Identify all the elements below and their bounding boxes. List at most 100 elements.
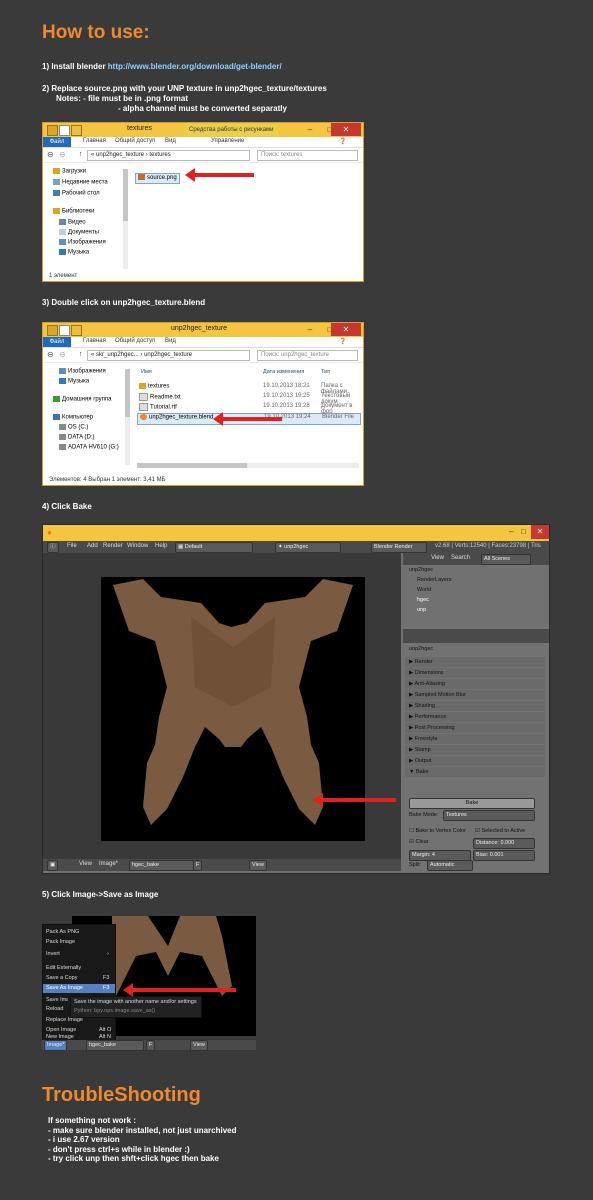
panel-header[interactable]: ▶ Sampled Motion Blur — [405, 690, 545, 700]
minimize-button[interactable]: – — [299, 123, 321, 136]
outliner-view-menu[interactable]: View — [431, 555, 444, 561]
ribbon-tab-home[interactable]: Главная — [83, 138, 106, 144]
menu-add[interactable]: Add — [87, 543, 98, 549]
outliner-unp[interactable]: unp — [417, 607, 426, 613]
nav-item-music[interactable]: Музыка — [53, 249, 125, 259]
maximize-button[interactable]: □ — [521, 527, 526, 536]
ribbon-tab-file[interactable]: Файл — [43, 137, 71, 147]
new-folder-icon[interactable] — [71, 325, 82, 336]
menu-help[interactable]: Help — [155, 543, 167, 549]
panel-header[interactable]: ▶ Shading — [405, 701, 545, 711]
panel-header[interactable]: ▶ Stamp — [405, 745, 545, 755]
path-segment[interactable]: textures — [149, 152, 170, 158]
path-segment[interactable]: unp2hgec_texture — [96, 152, 144, 158]
ribbon-tab-view[interactable]: Вид — [165, 338, 176, 344]
editor-type-icon[interactable]: ▣ — [47, 860, 59, 871]
render-engine-selector[interactable]: Blender Render — [371, 542, 427, 553]
table-row[interactable]: Readme.txt 19.10.2013 19:25 Текстовый доку… — [137, 393, 359, 405]
menu-image[interactable]: Image* — [99, 861, 118, 867]
nav-item-desktop[interactable]: Рабочий стол — [53, 190, 125, 208]
minimize-button[interactable]: – — [509, 527, 513, 536]
back-icon[interactable]: ⊖ — [47, 350, 54, 359]
nav-item-drive-d[interactable]: DATA (D:) — [53, 434, 127, 444]
column-date[interactable]: Дата изменения — [263, 369, 304, 375]
nav-item-pictures[interactable]: Изображения — [53, 368, 127, 378]
image-editor[interactable] — [43, 553, 401, 859]
nav-item-pictures[interactable]: Изображения — [53, 239, 125, 249]
fake-user-button[interactable]: F — [193, 860, 203, 871]
layout-selector[interactable]: ▦ Default — [175, 542, 253, 553]
scrollbar[interactable] — [123, 169, 128, 269]
search-field[interactable]: Поиск: textures — [257, 150, 358, 161]
forward-icon[interactable]: ⊖ — [59, 150, 66, 159]
file-item[interactable]: source.png — [135, 173, 180, 184]
close-button[interactable]: ✕ — [331, 323, 361, 336]
bake-button[interactable]: Bake — [409, 798, 535, 809]
menu-item-save-a-copy[interactable]: Save a Copy — [46, 975, 78, 981]
panel-header[interactable]: ▶ Freestyle — [405, 734, 545, 744]
new-folder-icon[interactable] — [71, 125, 82, 136]
menu-item-pack-image[interactable]: Pack Image — [46, 939, 75, 945]
menu-render[interactable]: Render — [103, 543, 123, 549]
bias-field[interactable]: Bias: 0.001 — [473, 850, 535, 861]
forward-icon[interactable]: ⊖ — [59, 350, 66, 359]
view-selector[interactable]: View — [190, 1040, 208, 1051]
nav-item-recent[interactable]: Недавние места — [53, 179, 125, 190]
close-button[interactable]: ✕ — [331, 123, 361, 136]
view-selector[interactable]: View — [249, 860, 267, 871]
scene-selector[interactable]: ✦ unp2hgec — [275, 542, 341, 553]
menu-item-save-as-image[interactable]: Save As Image — [46, 985, 83, 991]
context-tab[interactable]: Средства работы с рисунками — [185, 124, 278, 136]
outliner-scene[interactable]: unp2hgec — [409, 567, 433, 573]
path-segment[interactable]: unp2hgec_texture — [144, 352, 192, 358]
nav-item-music[interactable]: Музыка — [53, 378, 127, 396]
address-field[interactable]: « skr_unp2hgec... › unp2hgec_texture — [87, 350, 250, 361]
ribbon-tab-share[interactable]: Общий доступ — [115, 338, 155, 344]
panel-header[interactable]: ▶ Performance — [405, 712, 545, 722]
outliner-search-menu[interactable]: Search — [451, 555, 470, 561]
up-icon[interactable]: ↑ — [79, 151, 83, 158]
back-icon[interactable]: ⊖ — [47, 150, 54, 159]
properties-icon[interactable] — [59, 125, 70, 136]
menu-item-save-image[interactable]: Save Image — [46, 997, 68, 1003]
image-menu-button[interactable]: Image* — [44, 1040, 68, 1051]
panel-header[interactable]: ▶ Output — [405, 756, 545, 766]
help-icon[interactable]: ❓ — [339, 138, 346, 145]
nav-item-libraries[interactable]: Библиотеки — [53, 208, 125, 219]
ribbon-tab-home[interactable]: Главная — [83, 338, 106, 344]
address-field[interactable]: « unp2hgec_texture › textures — [87, 150, 250, 161]
blender-download-link[interactable]: http://www.blender.org/download/get-blen… — [108, 62, 282, 71]
nav-item-drive-g[interactable]: ADATA HV610 (G:) — [53, 444, 127, 454]
selected-to-active-checkbox[interactable]: ☑ Selected to Active — [475, 828, 525, 834]
column-type[interactable]: Тип — [321, 369, 330, 375]
menu-file[interactable]: File — [67, 543, 77, 549]
bake-mode-selector[interactable]: Textures — [443, 810, 535, 821]
ribbon-tab-file[interactable]: Файл — [43, 337, 71, 347]
image-name-field[interactable]: hgec_bake — [129, 860, 195, 871]
properties-icon[interactable] — [59, 325, 70, 336]
editor-type-icon[interactable]: ⓘ — [47, 542, 59, 553]
nav-item-homegroup[interactable]: Домашняя группа — [53, 396, 127, 414]
clear-checkbox[interactable]: ☑ Clear — [409, 839, 429, 845]
scrollbar[interactable] — [125, 369, 130, 465]
menu-item-reload[interactable]: Reload — [46, 1006, 68, 1012]
distance-field[interactable]: Distance: 0.000 — [473, 838, 535, 849]
ribbon-tab-manage[interactable]: Управление — [211, 138, 244, 144]
fake-user-button[interactable]: F — [146, 1040, 156, 1051]
nav-item-drive-c[interactable]: OS (C:) — [53, 424, 127, 434]
panel-header[interactable]: ▶ Post Processing — [405, 723, 545, 733]
menu-item-edit-externally[interactable]: Edit Externally — [46, 965, 81, 971]
ribbon-tab-view[interactable]: Вид — [165, 138, 176, 144]
panel-header[interactable]: ▼ Bake — [405, 767, 545, 777]
help-icon[interactable]: ❓ — [339, 338, 346, 345]
nav-item-documents[interactable]: Документы — [53, 229, 125, 239]
horizontal-scrollbar[interactable] — [137, 463, 359, 468]
menu-item-pack-as-png[interactable]: Pack As PNG — [46, 929, 79, 935]
table-row[interactable]: Tutorial.rtf 19.10.2013 19:28 Документ в ф… — [137, 403, 359, 415]
column-name[interactable]: Имя — [141, 369, 152, 375]
nav-item-downloads[interactable]: Загрузки — [53, 168, 125, 179]
outliner-renderlayers[interactable]: RenderLayers — [417, 577, 452, 583]
search-field[interactable]: Поиск: unp2hgec_texture — [257, 350, 358, 361]
close-button[interactable]: ✕ — [531, 525, 549, 539]
nav-item-computer[interactable]: Компьютер — [53, 414, 127, 424]
